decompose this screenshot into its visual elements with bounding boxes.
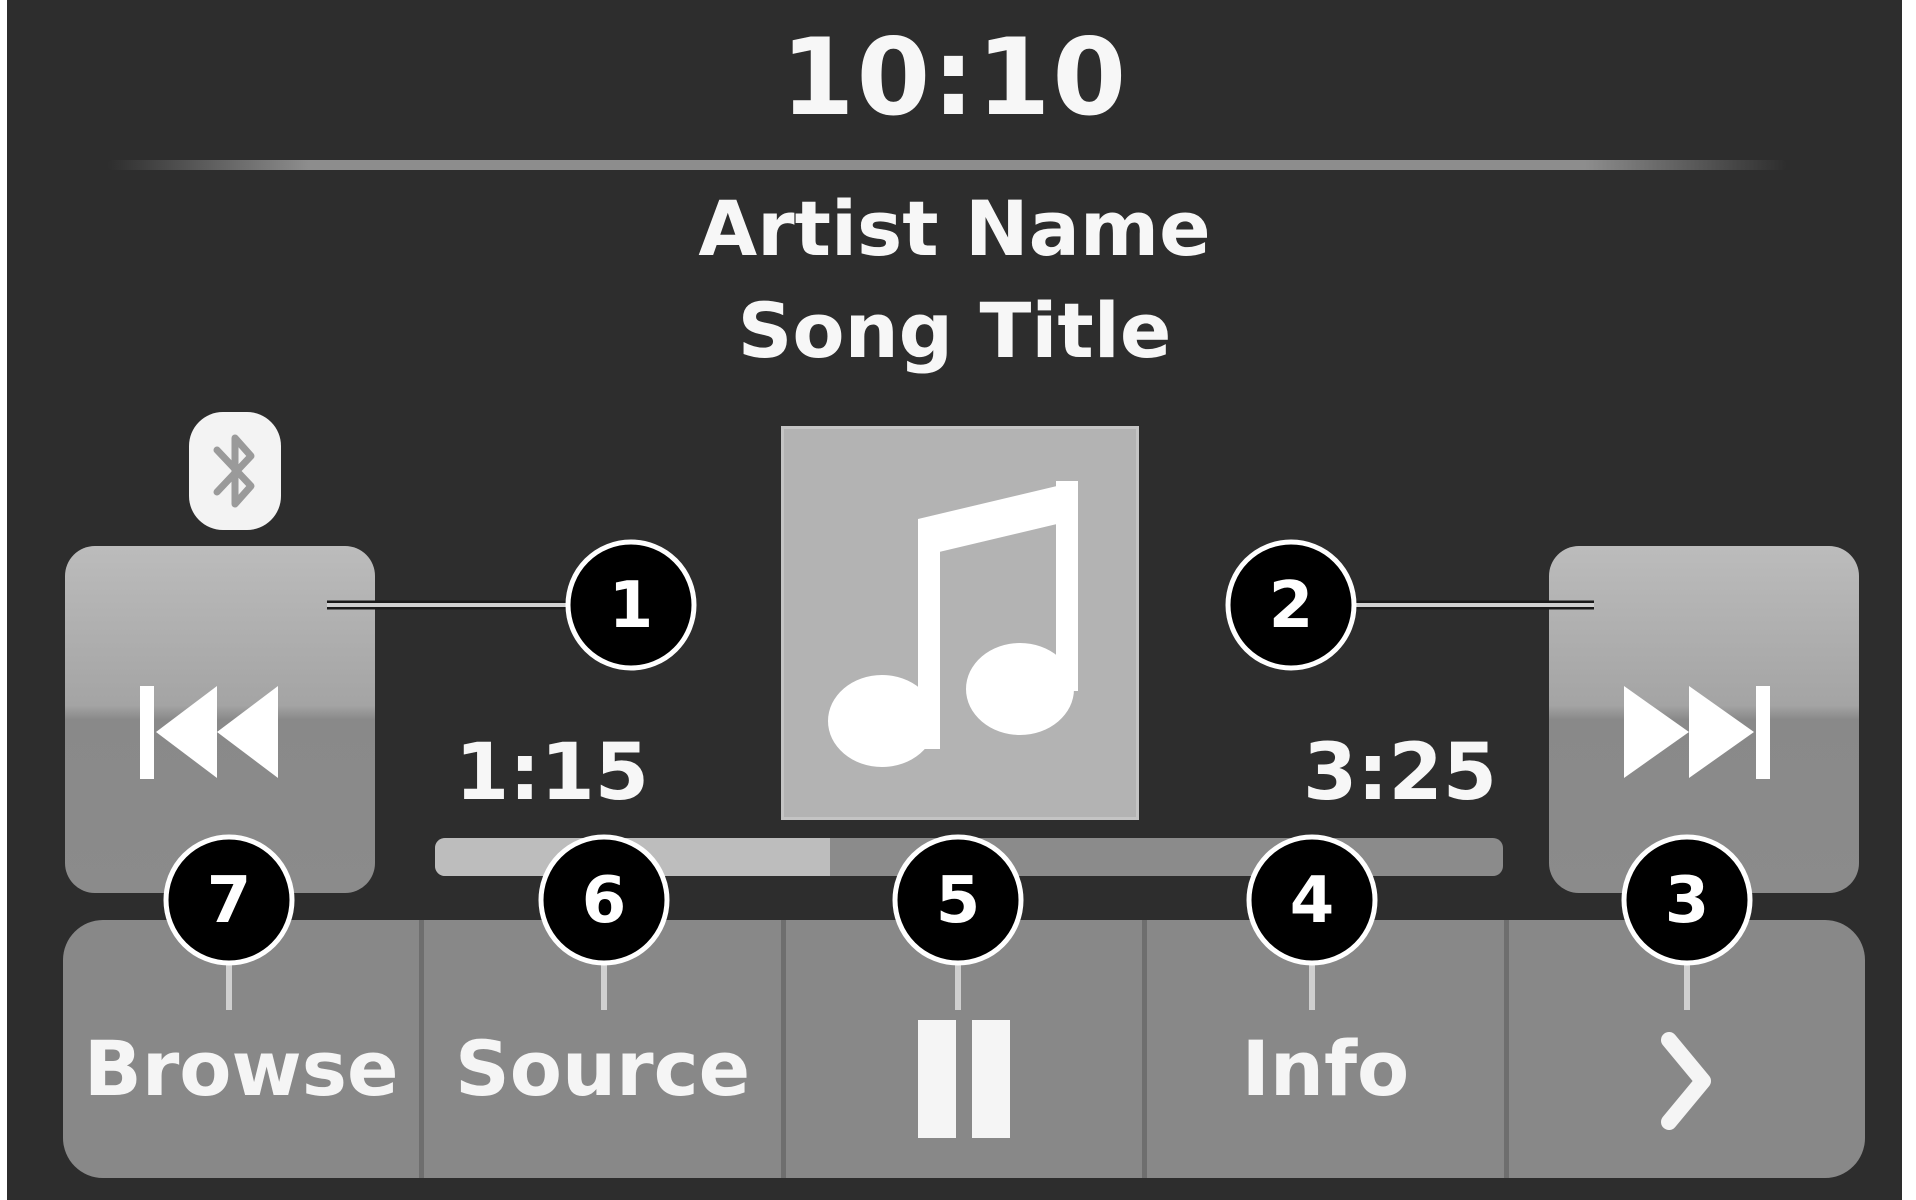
song-title: Song Title [737,286,1172,375]
album-art [781,426,1139,820]
more-button[interactable] [1509,920,1865,1178]
source-button[interactable]: Source [424,920,786,1178]
progress-fill [435,838,831,876]
total-time: 3:25 [1303,728,1498,818]
bottom-control-bar: Browse Source Info [63,920,1865,1178]
pause-icon [918,1020,1011,1138]
skip-previous-icon [140,686,278,779]
source-label: Source [455,1023,751,1113]
music-note-icon [828,481,1078,767]
header-divider [107,160,1787,170]
next-track-button[interactable] [1549,546,1859,893]
bluetooth-icon [189,412,281,530]
browse-button[interactable]: Browse [63,920,425,1178]
clock: 10:10 [780,16,1129,139]
previous-track-button[interactable] [65,546,375,893]
chevron-right-icon [1660,1032,1711,1130]
media-player-screen: 10:10 Artist Name Song Title 1:15 3:25 B… [7,0,1902,1200]
artist-name: Artist Name [698,184,1211,273]
elapsed-time: 1:15 [455,728,650,818]
skip-next-icon [1624,686,1770,779]
info-button[interactable]: Info [1147,920,1509,1178]
info-label: Info [1241,1023,1410,1113]
pause-button[interactable] [786,920,1148,1178]
browse-label: Browse [83,1023,399,1113]
progress-bar[interactable] [435,838,1503,876]
